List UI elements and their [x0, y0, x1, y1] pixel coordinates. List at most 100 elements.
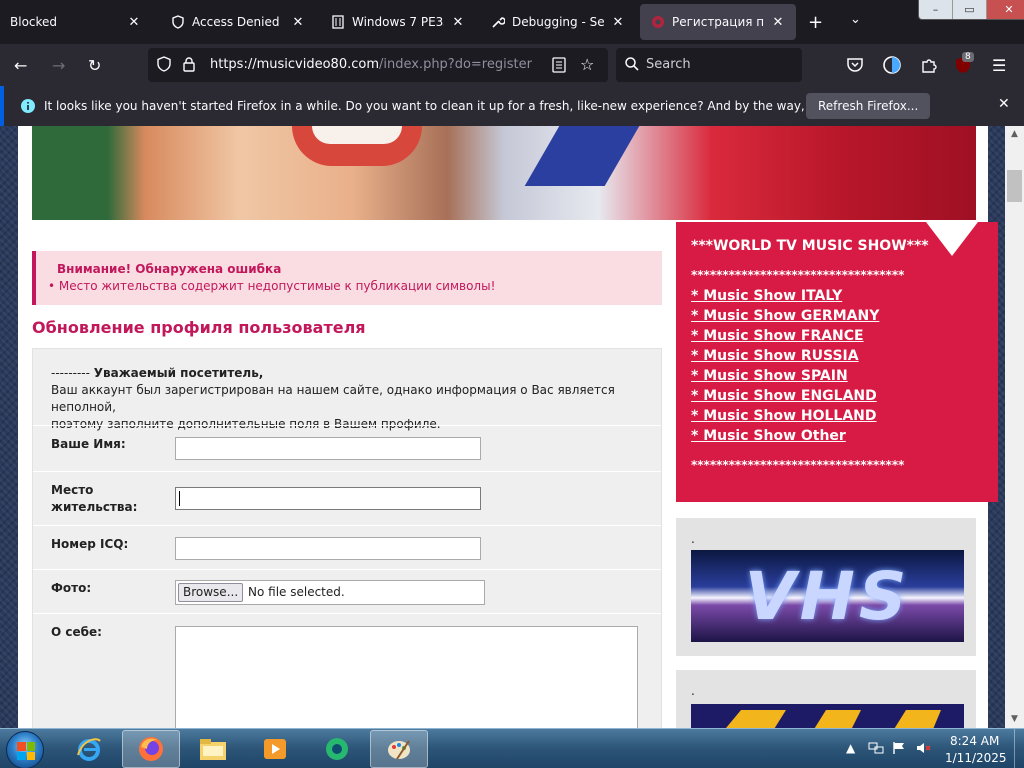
link-music-show-russia[interactable]: * Music Show RUSSIA — [691, 348, 859, 364]
text-cursor — [179, 491, 180, 506]
reload-icon[interactable]: ↻ — [88, 56, 101, 75]
link-music-show-holland[interactable]: * Music Show HOLLAND — [691, 408, 877, 424]
close-icon[interactable]: ✕ — [126, 15, 142, 30]
network-icon[interactable] — [868, 741, 884, 758]
link-music-show-germany[interactable]: * Music Show GERMANY — [691, 308, 879, 324]
close-icon[interactable]: ✕ — [610, 15, 626, 30]
error-alert: Внимание! Обнаружена ошибка • Место жите… — [32, 251, 662, 305]
show-desktop-button[interactable] — [1014, 729, 1024, 768]
tracking-shield-icon[interactable] — [156, 56, 172, 75]
search-bar[interactable]: Search — [616, 48, 802, 82]
minimize-button[interactable]: – — [919, 0, 953, 19]
second-banner-image[interactable] — [691, 704, 964, 728]
close-icon[interactable]: ✕ — [770, 15, 786, 30]
clock-time[interactable]: 8:24 AM — [950, 734, 999, 748]
photo-file-input[interactable]: Browse... No file selected. — [175, 580, 485, 605]
tab-registration[interactable]: Регистрация посе ✕ — [640, 4, 796, 40]
error-message: • Место жительства содержит недопустимые… — [48, 279, 496, 293]
about-label: О себе: — [51, 625, 102, 639]
site-icon — [650, 14, 666, 30]
tab-blocked[interactable]: Blocked ✕ — [0, 4, 152, 40]
maximize-button[interactable]: ▭ — [953, 0, 987, 19]
window-controls: – ▭ ✕ — [918, 0, 1024, 20]
bookmark-star-icon[interactable]: ☆ — [580, 55, 594, 74]
window-close-button[interactable]: ✕ — [987, 0, 1024, 19]
scrollbar-thumb[interactable] — [1007, 170, 1022, 202]
url-bar[interactable]: https://musicvideo80.com/index.php?do=re… — [148, 48, 608, 82]
vhs-ad: . VHS — [676, 518, 976, 656]
wrench-icon — [490, 14, 506, 30]
name-row: Ваше Имя: — [33, 425, 661, 471]
header-banner-image — [32, 126, 976, 220]
icq-input[interactable] — [175, 537, 481, 560]
account-icon[interactable] — [882, 55, 902, 78]
icq-label: Номер ICQ: — [51, 537, 129, 551]
close-icon[interactable]: ✕ — [290, 15, 306, 30]
scroll-down-arrow-icon[interactable]: ▼ — [1005, 711, 1024, 728]
tab-list-chevron-icon[interactable]: ⌄ — [850, 12, 861, 27]
show-hidden-icons-arrow-icon[interactable]: ▲ — [846, 741, 855, 755]
tab-title: Access Denied — [192, 15, 280, 29]
page-container: Внимание! Обнаружена ошибка • Место жите… — [18, 126, 998, 728]
close-icon[interactable]: ✕ — [998, 96, 1010, 112]
tab-debugging[interactable]: Debugging - Setup ✕ — [480, 4, 636, 40]
new-tab-button[interactable]: + — [808, 12, 823, 33]
error-title: Внимание! Обнаружена ошибка — [57, 262, 282, 276]
windows-taskbar: ▲ 8:24 AM 1/11/2025 — [0, 728, 1024, 768]
file-explorer-icon[interactable] — [184, 730, 242, 768]
tab-title: Debugging - Setup — [512, 15, 604, 29]
scroll-up-arrow-icon[interactable]: ▲ — [1005, 126, 1024, 143]
firefox-taskbar-icon[interactable] — [122, 730, 180, 768]
icq-row: Номер ICQ: — [33, 525, 661, 569]
close-icon[interactable]: ✕ — [450, 15, 466, 30]
url-text[interactable]: https://musicvideo80.com/index.php?do=re… — [210, 57, 532, 72]
link-music-show-france[interactable]: * Music Show FRANCE — [691, 328, 864, 344]
notification-text: It looks like you haven't started Firefo… — [44, 99, 900, 113]
page-icon — [330, 14, 346, 30]
back-arrow-icon[interactable]: ← — [14, 56, 27, 75]
about-row: О себе: — [33, 613, 661, 728]
vhs-banner-image[interactable]: VHS — [691, 550, 964, 642]
link-music-show-italy[interactable]: * Music Show ITALY — [691, 288, 842, 304]
about-textarea[interactable] — [175, 626, 638, 728]
pocket-icon[interactable] — [846, 56, 864, 77]
search-icon — [624, 56, 640, 75]
reader-view-icon[interactable] — [552, 57, 566, 76]
media-player-icon[interactable] — [246, 730, 304, 768]
vertical-scrollbar[interactable]: ▲ ▼ — [1005, 126, 1024, 728]
browse-button[interactable]: Browse... — [178, 583, 244, 602]
banner-letters-shape — [726, 710, 941, 728]
green-app-icon[interactable] — [308, 730, 366, 768]
down-arrow-icon — [926, 222, 978, 256]
paint-icon[interactable] — [370, 730, 428, 768]
forward-arrow-icon[interactable]: → — [52, 56, 65, 75]
internet-explorer-icon[interactable] — [60, 730, 118, 768]
link-music-show-spain[interactable]: * Music Show SPAIN — [691, 368, 848, 384]
greeting-line: --------- Уважаемый посетитель, — [51, 365, 651, 382]
stars-divider: ********************************** — [691, 458, 905, 472]
volume-muted-icon[interactable] — [916, 741, 932, 758]
page-title: Обновление профиля пользователя — [32, 318, 366, 337]
name-input[interactable] — [175, 437, 481, 460]
lock-icon[interactable] — [182, 56, 196, 75]
location-label: Место жительства: — [51, 482, 137, 516]
tab-windows7[interactable]: Windows 7 PE3s x6 ✕ — [320, 4, 476, 40]
tab-title: Регистрация посе — [672, 15, 764, 29]
action-center-flag-icon[interactable] — [892, 741, 906, 758]
tab-access-denied[interactable]: Access Denied ✕ — [160, 4, 316, 40]
notification-bar: It looks like you haven't started Firefo… — [0, 86, 1024, 126]
photo-label: Фото: — [51, 581, 92, 595]
page-viewport: Внимание! Обнаружена ошибка • Место жите… — [0, 126, 1005, 728]
hamburger-menu-icon[interactable]: ☰ — [992, 56, 1006, 75]
file-status: No file selected. — [248, 585, 345, 599]
refresh-firefox-button[interactable]: Refresh Firefox... — [806, 93, 931, 119]
start-button[interactable] — [6, 731, 44, 768]
sidebar-title: ***WORLD TV MUSIC SHOW*** — [691, 238, 929, 254]
banner-teeth-shape — [312, 126, 402, 144]
windows-flag-icon — [17, 742, 35, 760]
location-input[interactable] — [175, 487, 481, 510]
link-music-show-other[interactable]: * Music Show Other — [691, 428, 846, 444]
link-music-show-england[interactable]: * Music Show ENGLAND — [691, 388, 877, 404]
clock-date[interactable]: 1/11/2025 — [945, 751, 1007, 765]
extensions-puzzle-icon[interactable] — [920, 56, 938, 77]
